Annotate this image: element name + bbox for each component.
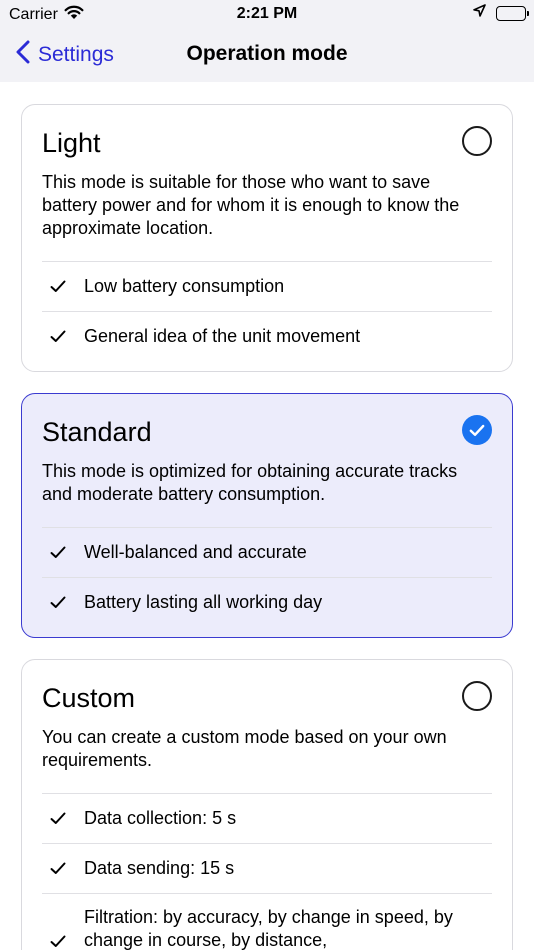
checkmark-icon xyxy=(50,330,68,343)
list-item: Battery lasting all working day xyxy=(42,577,492,627)
mode-card-custom[interactable]: Custom You can create a custom mode base… xyxy=(21,659,513,950)
battery-icon xyxy=(496,5,529,21)
page-title: Operation mode xyxy=(186,42,348,65)
status-time: 2:21 PM xyxy=(236,5,298,22)
checkmark-icon xyxy=(50,812,68,825)
list-item: Filtration: by accuracy, by change in sp… xyxy=(42,893,492,950)
mode-card-light[interactable]: Light This mode is suitable for those wh… xyxy=(21,104,513,372)
list-item: Data collection: 5 s xyxy=(42,793,492,843)
feature-label: Low battery consumption xyxy=(84,276,285,296)
mode-description: This mode is optimized for obtaining acc… xyxy=(42,461,458,504)
mode-description: You can create a custom mode based on yo… xyxy=(42,727,447,770)
status-bar: Carrier 2:21 PM xyxy=(0,0,534,28)
feature-list: Data collection: 5 s Data sending: 15 s … xyxy=(42,793,492,950)
checkmark-icon xyxy=(50,935,68,948)
radio-checked-icon[interactable] xyxy=(462,415,492,445)
mode-description: This mode is suitable for those who want… xyxy=(42,172,460,238)
mode-title: Custom xyxy=(42,683,136,713)
checkmark-icon xyxy=(50,862,68,875)
navigation-bar: Settings Operation mode xyxy=(0,28,534,82)
feature-list: Low battery consumption General idea of … xyxy=(42,261,492,361)
checkmark-icon xyxy=(50,546,68,559)
feature-label: Filtration: by accuracy, by change in sp… xyxy=(84,907,453,950)
feature-label: General idea of the unit movement xyxy=(84,326,361,346)
checkmark-icon xyxy=(50,280,68,293)
checkmark-icon xyxy=(50,596,68,609)
list-item: Well-balanced and accurate xyxy=(42,527,492,577)
list-item: Data sending: 15 s xyxy=(42,843,492,893)
list-item: General idea of the unit movement xyxy=(42,311,492,361)
status-right xyxy=(473,4,529,22)
feature-label: Data collection: 5 s xyxy=(84,808,237,828)
feature-label: Data sending: 15 s xyxy=(84,858,235,878)
location-arrow-icon xyxy=(473,4,486,22)
radio-unchecked-icon[interactable] xyxy=(462,681,492,711)
mode-card-standard[interactable]: Standard This mode is optimized for obta… xyxy=(21,393,513,638)
feature-list: Well-balanced and accurate Battery lasti… xyxy=(42,527,492,627)
radio-unchecked-icon[interactable] xyxy=(462,126,492,156)
feature-label: Battery lasting all working day xyxy=(84,592,323,612)
mode-list: Light This mode is suitable for those wh… xyxy=(0,82,534,950)
mode-title: Standard xyxy=(42,417,152,447)
feature-label: Well-balanced and accurate xyxy=(84,542,307,562)
list-item: Low battery consumption xyxy=(42,261,492,311)
mode-title: Light xyxy=(42,128,101,158)
